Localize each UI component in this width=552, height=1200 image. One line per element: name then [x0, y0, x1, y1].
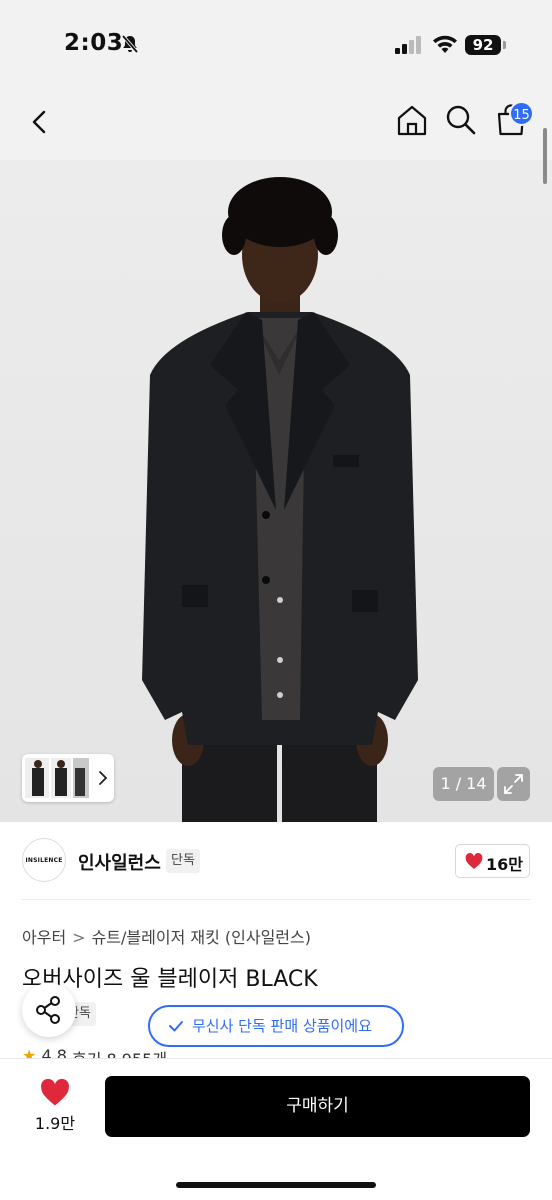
brand-name[interactable]: 인사일런스: [78, 849, 161, 875]
wish-count: 1.9만: [34, 1114, 76, 1133]
breadcrumb-subcategory[interactable]: 슈트/블레이저 재킷 (인사일런스): [92, 928, 311, 947]
home-button[interactable]: [394, 102, 430, 138]
expand-icon: [504, 774, 523, 794]
page-scrollbar[interactable]: [543, 128, 547, 184]
expand-image-button[interactable]: [497, 767, 530, 801]
heart-icon[interactable]: [40, 1079, 70, 1107]
like-count: 16만: [486, 855, 523, 874]
status-bar: 2:03 92: [0, 0, 552, 90]
brand-logo[interactable]: INSILENCE: [22, 838, 66, 882]
heart-icon: [465, 853, 483, 869]
chevron-right-icon[interactable]: [96, 768, 110, 788]
wifi-icon: [433, 35, 457, 53]
breadcrumb-category[interactable]: 아우터: [22, 928, 66, 947]
share-button[interactable]: [22, 983, 76, 1037]
exclusive-sale-text: 무신사 단독 판매 상품이에요: [192, 1017, 372, 1035]
cart-count-badge: 15: [509, 101, 534, 126]
battery-nub: [503, 41, 506, 49]
model-photo: [0, 160, 552, 822]
product-image[interactable]: [0, 160, 552, 822]
top-nav: [0, 90, 552, 160]
check-icon: [169, 1021, 183, 1032]
buy-button[interactable]: 구매하기: [105, 1076, 530, 1137]
breadcrumb: 아우터 > 슈트/블레이저 재킷 (인사일런스): [22, 924, 311, 948]
signal-icon: [395, 36, 421, 54]
share-icon: [36, 996, 60, 1024]
battery-indicator: 92: [465, 35, 501, 55]
back-button[interactable]: [22, 104, 58, 140]
search-icon: [446, 105, 476, 135]
home-indicator: [176, 1182, 376, 1188]
image-page-counter: 1 / 14: [433, 767, 494, 801]
thumbnail-images: [25, 758, 89, 798]
exclusive-tag: 단독: [166, 849, 200, 873]
brand-like-button[interactable]: 16만: [455, 844, 530, 878]
chevron-left-icon: [32, 110, 46, 134]
breadcrumb-separator: >: [72, 928, 86, 947]
home-icon: [397, 105, 427, 136]
search-button[interactable]: [443, 102, 479, 138]
exclusive-sale-banner: 무신사 단독 판매 상품이에요: [148, 1005, 404, 1047]
bell-slash-icon: [121, 34, 139, 54]
divider: [22, 899, 530, 900]
status-time: 2:03: [64, 30, 124, 56]
